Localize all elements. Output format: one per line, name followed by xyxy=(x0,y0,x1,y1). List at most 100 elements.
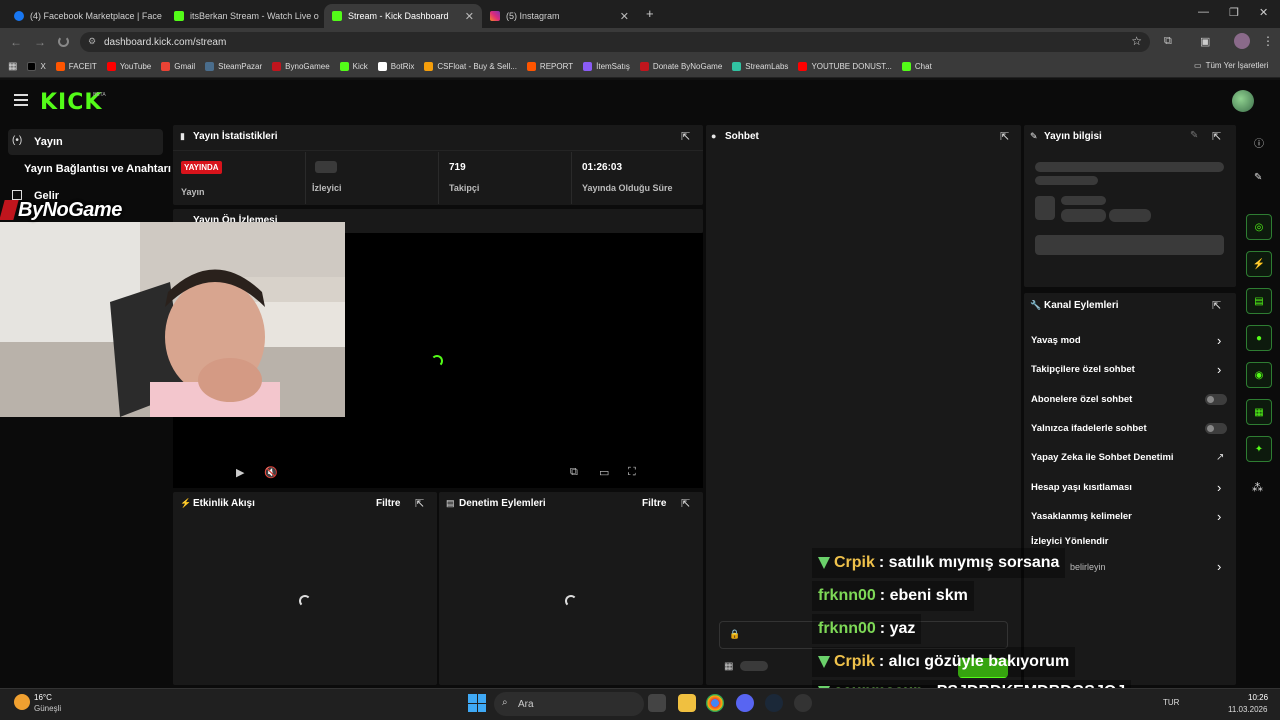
theater-icon[interactable]: ▭ xyxy=(599,466,609,479)
menu-icon[interactable]: ⋮ xyxy=(1262,34,1274,48)
info-icon[interactable]: ⓘ xyxy=(1254,135,1264,150)
bookmark-label: Chat xyxy=(914,62,932,71)
steam-icon[interactable] xyxy=(765,694,783,712)
loading-spinner xyxy=(431,355,443,367)
site-info-icon[interactable]: ⚙ xyxy=(88,36,96,47)
taskbar-search[interactable]: ⌕ Ara xyxy=(494,692,644,716)
edit-icon[interactable]: ✎ xyxy=(1190,130,1198,141)
chevron-right-icon[interactable]: › xyxy=(1217,333,1221,348)
tab-instagram[interactable]: (5) Instagram ✕ xyxy=(482,4,637,28)
popout-icon[interactable]: ⇱ xyxy=(681,497,690,510)
chevron-right-icon[interactable]: › xyxy=(1217,480,1221,495)
action-account-age[interactable]: Hesap yaşı kısıtlaması xyxy=(1031,482,1132,493)
store-icon[interactable]: ▦ xyxy=(724,661,733,672)
maximize-button[interactable]: ❐ xyxy=(1229,6,1239,19)
chevron-right-icon[interactable]: › xyxy=(1217,362,1221,377)
action-slow-mode[interactable]: Yavaş mod xyxy=(1031,335,1081,346)
moderation-filter-button[interactable]: Filtre xyxy=(642,498,666,509)
store-icon[interactable]: ▦ xyxy=(1246,399,1272,425)
activity-panel xyxy=(173,492,437,685)
forward-button[interactable]: → xyxy=(34,35,46,49)
close-icon[interactable]: ✕ xyxy=(620,10,629,23)
chrome-icon[interactable] xyxy=(706,694,724,712)
user-avatar[interactable] xyxy=(1232,90,1254,112)
bookmark-streamlabs[interactable]: StreamLabs xyxy=(732,62,788,71)
bookmark-bynogamee[interactable]: BynoGamee xyxy=(272,62,330,71)
sidebar-item-stream-key[interactable]: Yayın Bağlantısı ve Anahtarı xyxy=(24,163,171,175)
apps-icon[interactable]: ▦ xyxy=(8,61,17,72)
popout-icon[interactable]: ⇱ xyxy=(1212,299,1221,312)
bynogame-icon xyxy=(639,62,649,71)
language-indicator[interactable]: TUR xyxy=(1163,698,1179,707)
bookmark-youtube[interactable]: YouTube xyxy=(106,62,151,71)
action-banned-words[interactable]: Yasaklanmış kelimeler xyxy=(1031,511,1132,522)
bookmark-donate[interactable]: Donate ByNoGame xyxy=(639,62,722,71)
back-button[interactable]: ← xyxy=(10,35,22,49)
bookmark-gmail[interactable]: Gmail xyxy=(161,62,195,71)
live-label: Yayın xyxy=(181,187,205,197)
chevron-right-icon[interactable]: › xyxy=(1217,509,1221,524)
minimize-button[interactable]: — xyxy=(1198,6,1209,18)
clock-time[interactable]: 10:26 xyxy=(1248,693,1268,702)
tab-kick-dashboard[interactable]: Stream - Kick Dashboard ✕ xyxy=(324,4,482,28)
extensions-icon[interactable]: ⧉ xyxy=(1164,35,1172,48)
bookmark-steampazar[interactable]: SteamPazar xyxy=(205,62,262,71)
all-bookmarks[interactable]: ▭ Tüm Yer İşaretleri xyxy=(1194,61,1268,70)
bookmark-label: REPORT xyxy=(539,62,574,71)
popout-icon[interactable]: ⇱ xyxy=(1212,130,1221,143)
document-icon[interactable]: ▤ xyxy=(1246,288,1272,314)
chat-bubble-icon[interactable]: ● xyxy=(1246,325,1272,351)
lightning-icon[interactable]: ⚡ xyxy=(1246,251,1272,277)
bookmark-csfloat[interactable]: CSFloat - Buy & Sell... xyxy=(424,62,517,71)
tab-facebook[interactable]: (4) Facebook Marketplace | Face ✕ xyxy=(6,4,166,28)
clock-date[interactable]: 11.03.2026 xyxy=(1228,705,1267,714)
more-apps-icon[interactable]: ⁂ xyxy=(1252,481,1263,494)
bookmark-botrix[interactable]: BotRix xyxy=(377,62,414,71)
fullscreen-icon[interactable]: ⛶ xyxy=(628,466,636,479)
chevron-right-icon[interactable]: › xyxy=(1217,559,1221,574)
close-window-button[interactable]: ✕ xyxy=(1259,6,1268,19)
windows-start-icon[interactable] xyxy=(468,694,486,712)
url-input[interactable]: ⚙ dashboard.kick.com/stream ☆ xyxy=(80,32,1150,52)
chat-username: Crpik xyxy=(834,653,875,670)
wrench-icon[interactable]: ✦ xyxy=(1246,436,1272,462)
bookmark-star-icon[interactable]: ☆ xyxy=(1131,34,1142,48)
emotes-only-toggle[interactable] xyxy=(1205,423,1227,434)
broadcast-icon[interactable]: ◉ xyxy=(1246,362,1272,388)
profile-avatar[interactable] xyxy=(1234,33,1250,49)
hamburger-menu-icon[interactable] xyxy=(14,94,28,106)
bookmark-faceit[interactable]: FACEIT xyxy=(55,62,97,71)
bookmark-report[interactable]: REPORT xyxy=(526,62,574,71)
pencil-icon[interactable]: ✎ xyxy=(1254,172,1262,183)
bookmark-chat[interactable]: Chat xyxy=(901,62,932,71)
close-icon[interactable]: ✕ xyxy=(465,10,474,23)
action-subscribers-only: Abonelere özel sohbet xyxy=(1031,394,1133,405)
bookmark-youtube-donust[interactable]: YOUTUBE DONUST... xyxy=(798,62,892,71)
discord-icon[interactable] xyxy=(736,694,754,712)
mute-icon[interactable]: 🔇 xyxy=(264,466,278,479)
play-icon[interactable]: ▶ xyxy=(236,466,244,479)
action-ai-moderation[interactable]: Yapay Zeka ile Sohbet Denetimi xyxy=(1031,452,1174,463)
sidebar-item-yayin[interactable]: Yayın xyxy=(8,129,163,155)
tab-title: Stream - Kick Dashboard xyxy=(348,11,449,21)
bookmark-itemsatis[interactable]: İtemSatış xyxy=(583,62,630,71)
app-icon[interactable] xyxy=(794,694,812,712)
bookmark-x[interactable]: X xyxy=(27,62,46,71)
file-explorer-icon[interactable] xyxy=(678,694,696,712)
weather-icon[interactable] xyxy=(14,694,30,710)
broadcast-icon: (•) xyxy=(12,135,23,146)
subscribers-only-toggle[interactable] xyxy=(1205,394,1227,405)
new-tab-button[interactable]: + xyxy=(646,6,654,21)
activity-filter-button[interactable]: Filtre xyxy=(376,498,400,509)
action-followers-only[interactable]: Takipçilere özel sohbet xyxy=(1031,364,1135,375)
pip-icon[interactable]: ⧉ xyxy=(570,466,578,479)
popout-icon[interactable]: ⇱ xyxy=(1000,130,1009,143)
tab-kick-stream[interactable]: itsBerkan Stream - Watch Live o ✕ xyxy=(166,4,324,28)
bookmark-kick[interactable]: Kick xyxy=(339,62,368,71)
external-link-icon[interactable]: ↗ xyxy=(1216,452,1224,463)
sidepanel-icon[interactable]: ▣ xyxy=(1200,35,1210,48)
task-view-icon[interactable] xyxy=(648,694,666,712)
popout-icon[interactable]: ⇱ xyxy=(415,497,424,510)
popout-icon[interactable]: ⇱ xyxy=(681,130,690,143)
clip-icon[interactable]: ◎ xyxy=(1246,214,1272,240)
